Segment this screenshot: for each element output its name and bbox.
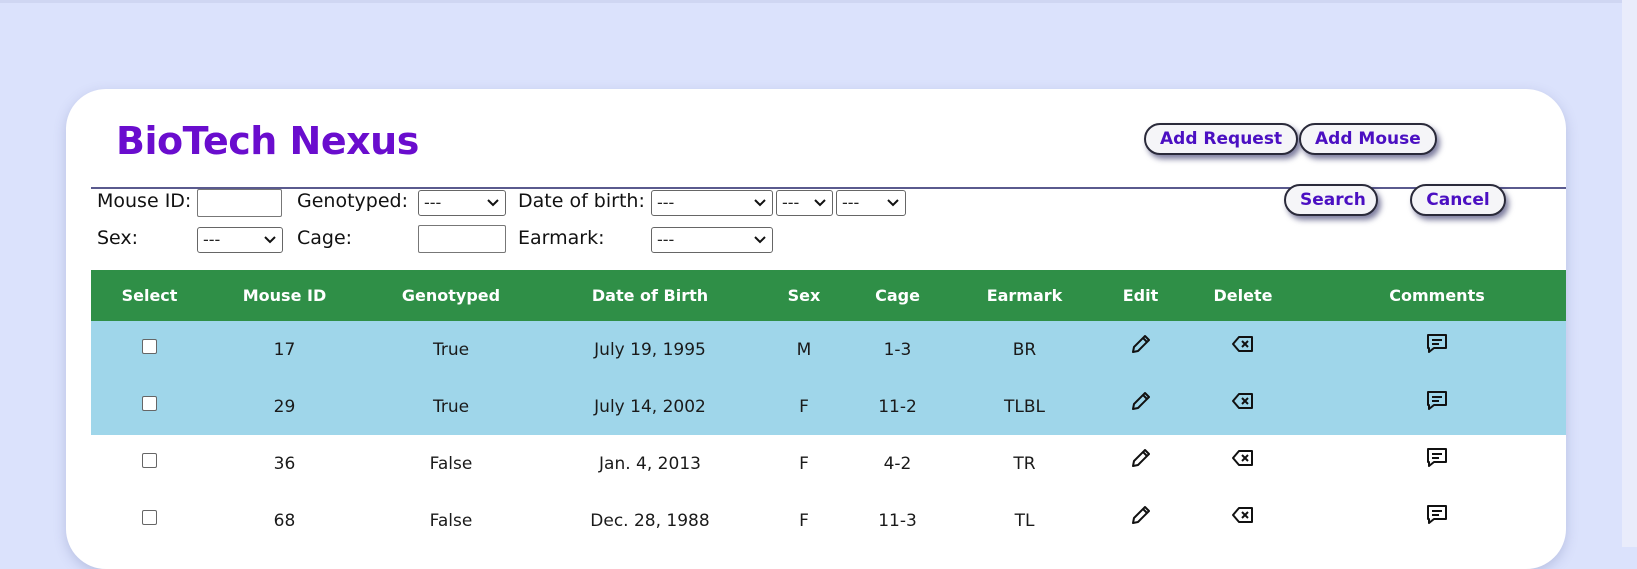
- dob-day-value: ---: [782, 193, 800, 212]
- cell-genotyped: False: [429, 453, 473, 474]
- cell-earmark: BR: [1012, 339, 1037, 360]
- dob-year-select[interactable]: ---: [836, 190, 906, 216]
- cell-sex: F: [799, 510, 809, 531]
- backspace-x-icon[interactable]: [1231, 334, 1255, 359]
- cell-genotyped: True: [432, 396, 470, 417]
- row-select-checkbox[interactable]: [142, 510, 157, 525]
- cell-mouse-id: 17: [273, 339, 296, 360]
- sex-filter-select[interactable]: ---: [197, 227, 283, 253]
- row-select-checkbox[interactable]: [142, 339, 157, 354]
- cage-filter-input[interactable]: [418, 225, 506, 253]
- main-card: BioTech Nexus Add Request Add Mouse Mous…: [66, 89, 1566, 569]
- col-header-genotyped: Genotyped: [401, 286, 501, 305]
- genotyped-filter-value: ---: [424, 193, 442, 212]
- pencil-icon[interactable]: [1129, 503, 1153, 532]
- col-header-edit: Edit: [1122, 286, 1159, 305]
- pencil-icon[interactable]: [1129, 446, 1153, 475]
- table-header-row: Select Mouse ID Genotyped Date of Birth …: [91, 270, 1566, 321]
- dob-filter-label: Date of birth:: [518, 190, 645, 212]
- chevron-down-icon: [887, 191, 899, 207]
- add-request-button[interactable]: Add Request: [1144, 123, 1299, 155]
- window-top-edge: [0, 0, 1637, 3]
- cell-dob: Jan. 4, 2013: [599, 453, 701, 474]
- cell-cage: 4-2: [883, 453, 912, 474]
- row-select-checkbox[interactable]: [142, 453, 157, 468]
- col-header-dob: Date of Birth: [591, 286, 709, 305]
- cell-sex: M: [796, 339, 812, 360]
- cage-filter-label: Cage:: [297, 227, 353, 249]
- mice-table: Select Mouse ID Genotyped Date of Birth …: [91, 270, 1566, 549]
- cell-mouse-id: 29: [273, 396, 296, 417]
- comment-bubble-icon[interactable]: [1425, 503, 1449, 532]
- comment-bubble-icon[interactable]: [1425, 332, 1449, 361]
- dob-year-value: ---: [842, 193, 860, 212]
- sex-filter-value: ---: [203, 230, 221, 249]
- cell-earmark: TR: [1013, 453, 1036, 474]
- chevron-down-icon: [754, 228, 766, 244]
- dob-day-select[interactable]: ---: [776, 190, 833, 216]
- cell-cage: 1-3: [883, 339, 912, 360]
- cell-sex: F: [799, 396, 809, 417]
- genotyped-filter-select[interactable]: ---: [418, 190, 506, 216]
- cell-cage: 11-2: [878, 396, 917, 417]
- cell-genotyped: False: [429, 510, 473, 531]
- table-row: 29 True July 14, 2002 F 11-2 TLBL: [91, 378, 1566, 435]
- cell-genotyped: True: [432, 339, 470, 360]
- cell-mouse-id: 68: [273, 510, 296, 531]
- col-header-cage: Cage: [875, 286, 920, 305]
- comment-bubble-icon[interactable]: [1425, 446, 1449, 475]
- earmark-filter-label: Earmark:: [518, 227, 605, 249]
- cell-sex: F: [799, 453, 809, 474]
- row-select-checkbox[interactable]: [142, 396, 157, 411]
- chevron-down-icon: [264, 228, 276, 244]
- cell-dob: July 19, 1995: [594, 339, 706, 360]
- add-mouse-button[interactable]: Add Mouse: [1299, 123, 1437, 155]
- table-row: 17 True July 19, 1995 M 1-3 BR: [91, 321, 1566, 378]
- cell-mouse-id: 36: [273, 453, 296, 474]
- comment-bubble-icon[interactable]: [1425, 389, 1449, 418]
- page-scrollbar-track[interactable]: [1622, 0, 1637, 547]
- search-button[interactable]: Search: [1284, 184, 1378, 216]
- sex-filter-label: Sex:: [97, 227, 139, 249]
- col-header-delete: Delete: [1213, 286, 1273, 305]
- chevron-down-icon: [487, 191, 499, 207]
- pencil-icon[interactable]: [1129, 332, 1153, 361]
- earmark-filter-value: ---: [657, 230, 675, 249]
- app-title: BioTech Nexus: [116, 119, 419, 163]
- table-row: 68 False Dec. 28, 1988 F 11-3 TL: [91, 492, 1566, 549]
- backspace-x-icon[interactable]: [1231, 391, 1255, 416]
- mouse-id-filter-input[interactable]: [197, 189, 282, 217]
- dob-month-value: ---: [657, 193, 675, 212]
- mouse-id-filter-label: Mouse ID:: [97, 190, 192, 212]
- backspace-x-icon[interactable]: [1231, 448, 1255, 473]
- cell-earmark: TL: [1014, 510, 1035, 531]
- cell-cage: 11-3: [878, 510, 917, 531]
- col-header-sex: Sex: [787, 286, 821, 305]
- cancel-button[interactable]: Cancel: [1410, 184, 1506, 216]
- backspace-x-icon[interactable]: [1231, 505, 1255, 530]
- cell-earmark: TLBL: [1004, 396, 1045, 417]
- col-header-mouse-id: Mouse ID: [242, 286, 327, 305]
- table-row: 36 False Jan. 4, 2013 F 4-2 TR: [91, 435, 1566, 492]
- chevron-down-icon: [754, 191, 766, 207]
- chevron-down-icon: [814, 191, 826, 207]
- pencil-icon[interactable]: [1129, 389, 1153, 418]
- cell-dob: Dec. 28, 1988: [590, 510, 710, 531]
- genotyped-filter-label: Genotyped:: [297, 190, 408, 212]
- dob-month-select[interactable]: ---: [651, 190, 773, 216]
- col-header-earmark: Earmark: [986, 286, 1063, 305]
- cell-dob: July 14, 2002: [594, 396, 706, 417]
- col-header-select: Select: [121, 286, 178, 305]
- col-header-comments: Comments: [1389, 286, 1485, 305]
- earmark-filter-select[interactable]: ---: [651, 227, 773, 253]
